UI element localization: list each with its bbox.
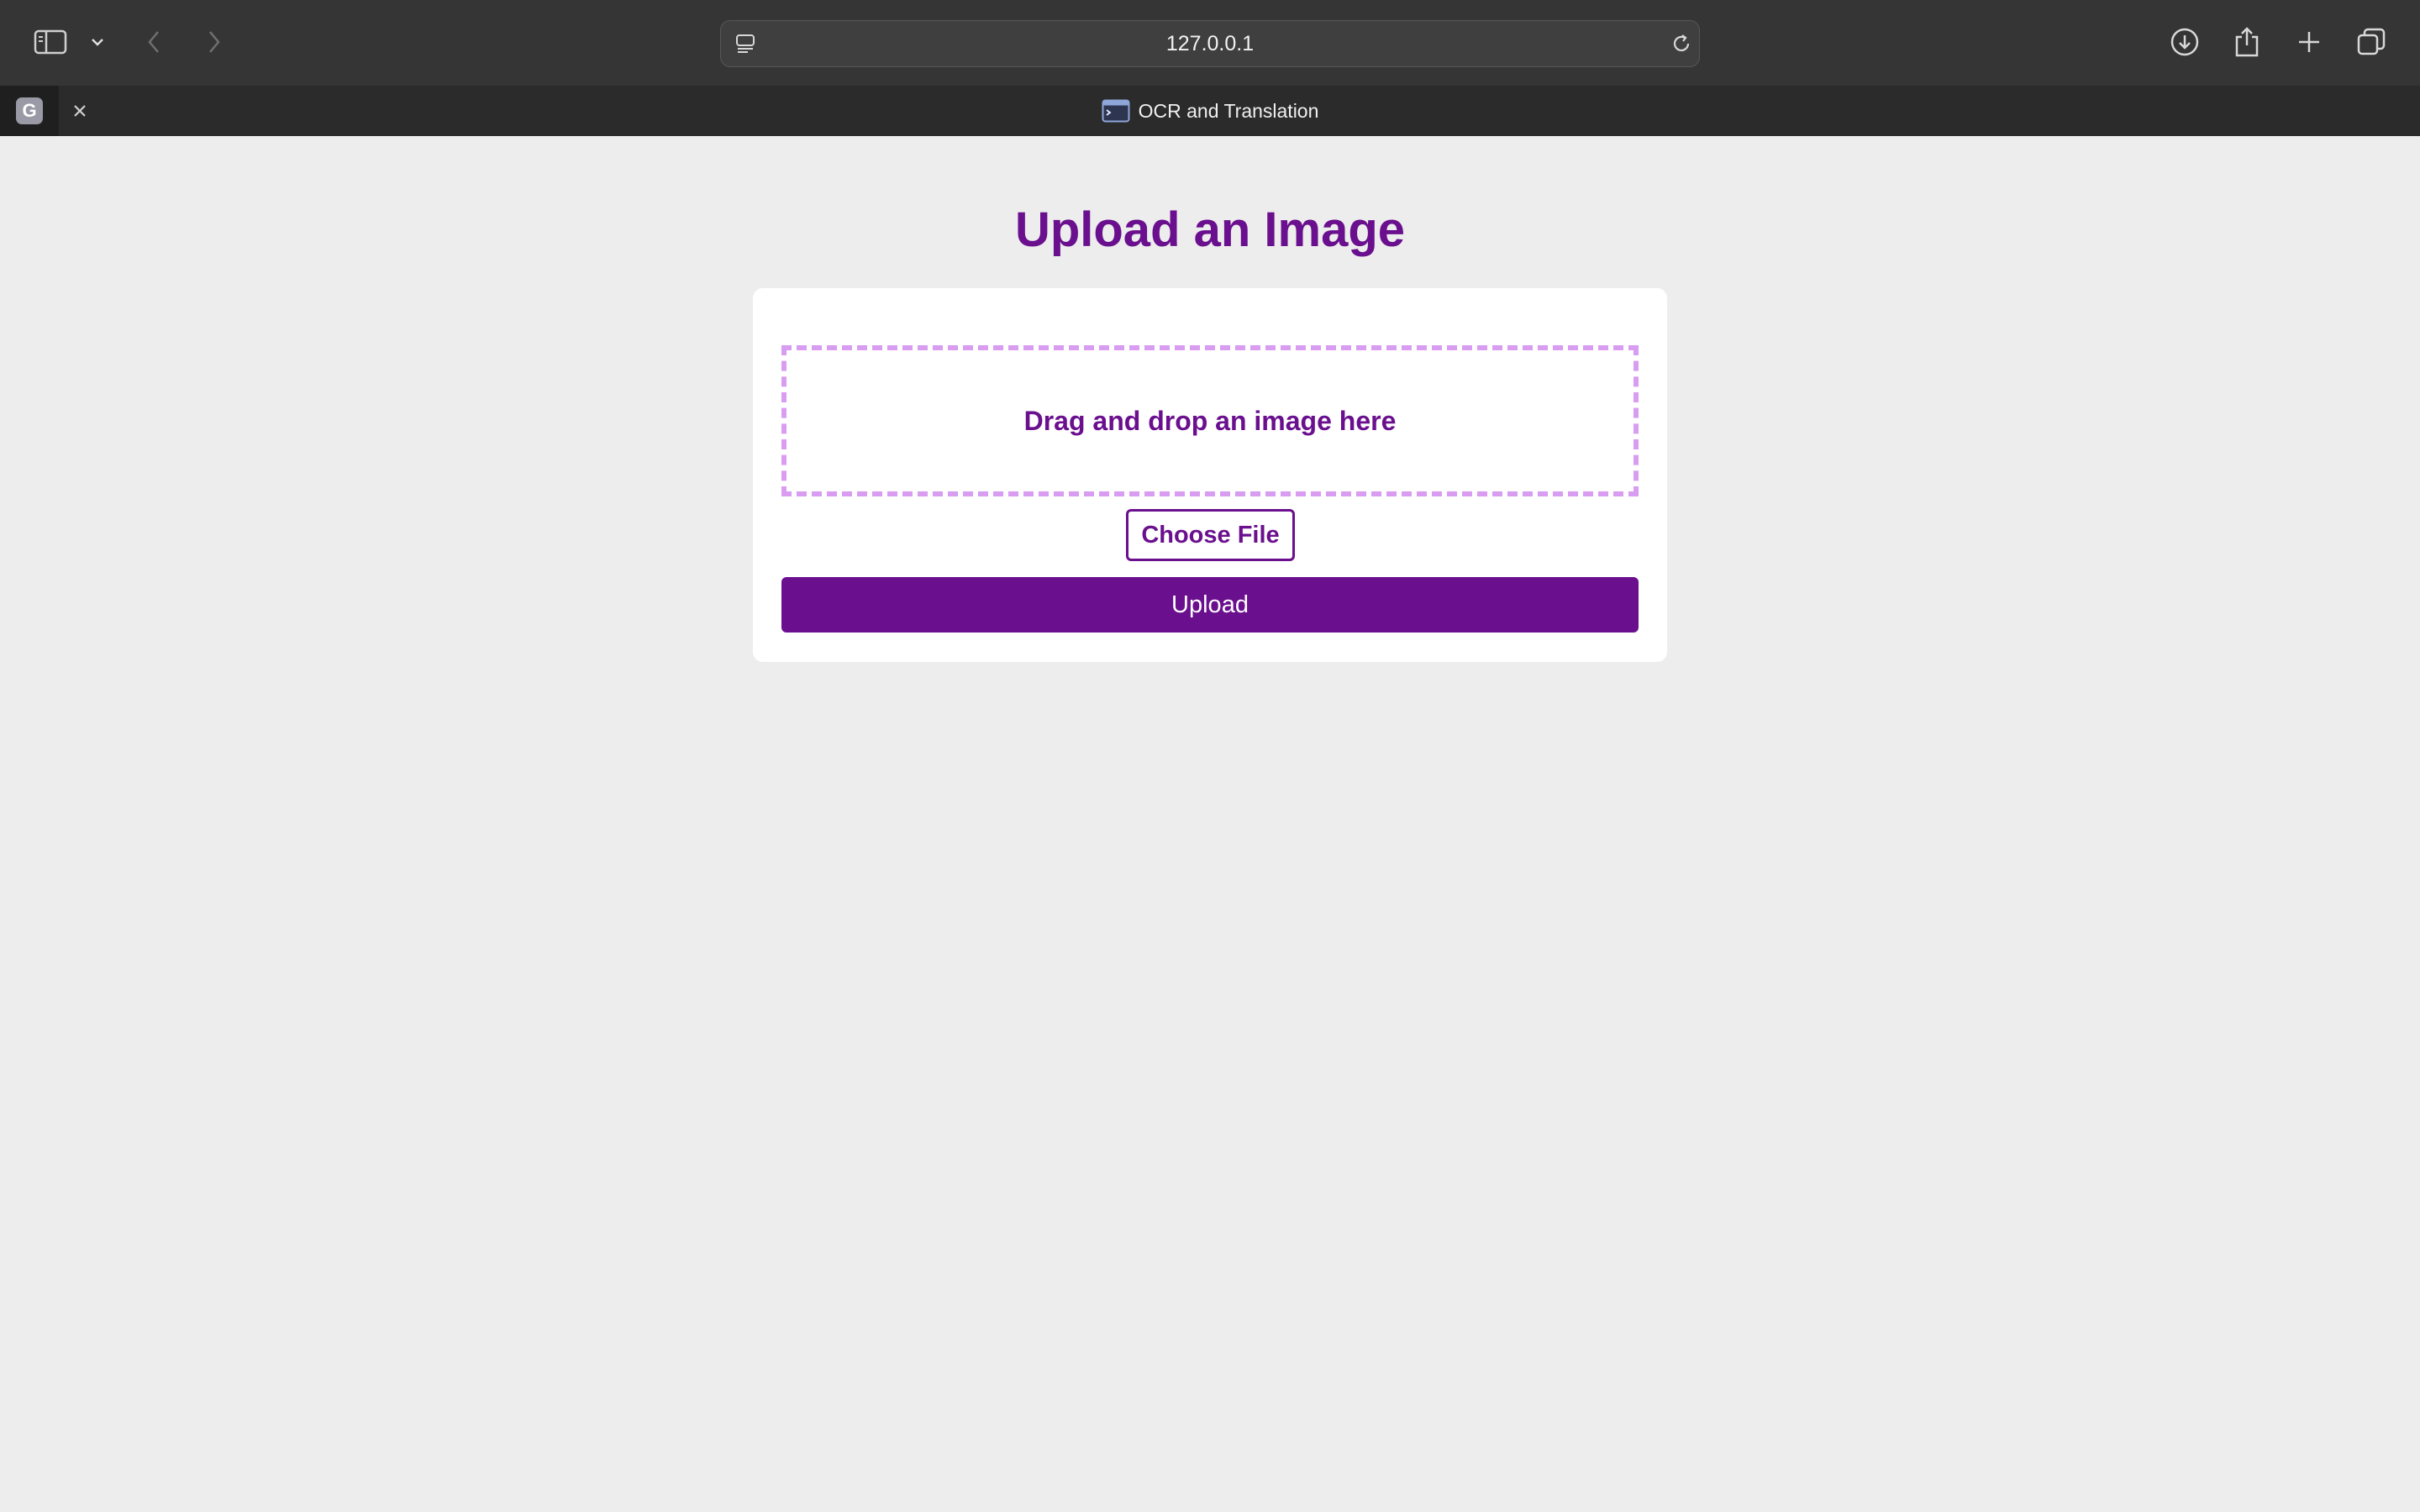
share-icon[interactable] <box>2232 24 2262 60</box>
dropzone[interactable]: Drag and drop an image here <box>781 345 1639 496</box>
chevron-down-icon[interactable] <box>87 32 108 52</box>
pinned-tab-favicon: G <box>16 97 43 124</box>
page-title: Upload an Image <box>1014 202 1406 257</box>
active-tab[interactable]: OCR and Translation <box>1092 94 1328 128</box>
terminal-icon <box>1102 99 1130 123</box>
upload-card: Drag and drop an image here Choose File … <box>753 288 1667 662</box>
close-icon[interactable] <box>67 98 92 123</box>
reload-icon[interactable] <box>1669 31 1694 56</box>
new-tab-icon[interactable] <box>2294 25 2324 59</box>
sidebar-icon[interactable] <box>32 25 69 59</box>
forward-icon[interactable] <box>202 25 227 59</box>
tab-title: OCR and Translation <box>1138 99 1319 122</box>
tab-overview-icon[interactable] <box>2354 25 2388 59</box>
back-icon[interactable] <box>141 25 166 59</box>
browser-toolbar: 127.0.0.1 <box>0 0 2420 86</box>
address-text[interactable]: 127.0.0.1 <box>721 21 1699 66</box>
pinned-tab[interactable]: G <box>0 86 59 136</box>
upload-button[interactable]: Upload <box>781 577 1639 633</box>
dropzone-text: Drag and drop an image here <box>1023 405 1397 436</box>
choose-file-button[interactable]: Choose File <box>1126 509 1295 561</box>
page-content: Upload an Image Drag and drop an image h… <box>0 136 2420 1512</box>
address-bar[interactable]: 127.0.0.1 <box>720 20 1700 67</box>
download-icon[interactable] <box>2168 25 2202 59</box>
